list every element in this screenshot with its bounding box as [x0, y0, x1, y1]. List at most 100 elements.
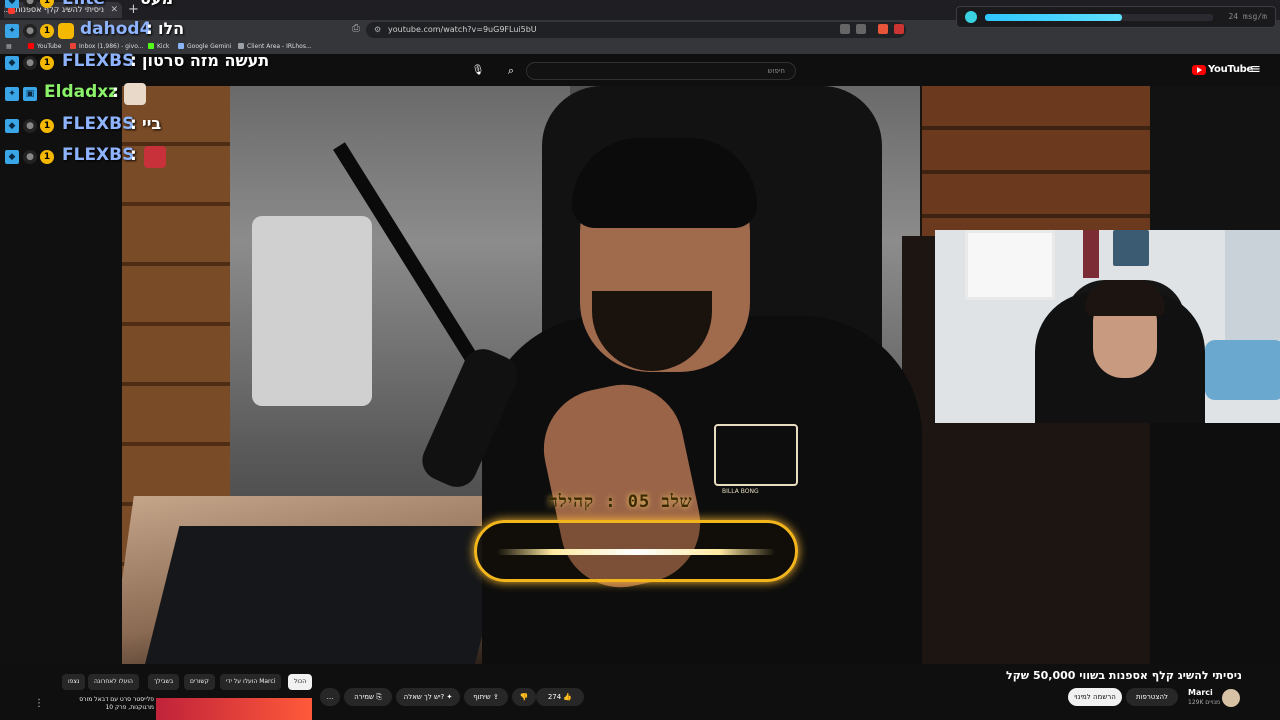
- more-actions-button[interactable]: ...: [320, 688, 340, 706]
- omnibox[interactable]: ⚙ youtube.com/watch?v=9uG9FLui5bU: [366, 22, 906, 38]
- rewards-icon[interactable]: [894, 24, 904, 34]
- url-text[interactable]: youtube.com/watch?v=9uG9FLui5bU: [388, 22, 537, 38]
- likes-count: 274: [547, 693, 562, 701]
- chip-watched[interactable]: נצפו: [62, 674, 86, 690]
- bookmark-label: Inbox (1,986) - givo...: [79, 43, 144, 50]
- webcam-bed: [1205, 340, 1280, 400]
- youtube-favicon-icon: [8, 7, 15, 14]
- gifter-badge-icon: 1: [40, 119, 54, 133]
- webcam-window: [965, 230, 1055, 300]
- bookmark-label: Kick: [157, 43, 170, 50]
- like-button[interactable]: 274 👍: [536, 688, 584, 706]
- subscriber-badge-icon: ◆: [5, 0, 19, 8]
- audio-waveform-box: [474, 520, 798, 582]
- apps-grid-icon[interactable]: ▦: [6, 40, 12, 54]
- webcam-wall: [1225, 230, 1280, 340]
- screenshot-icon[interactable]: [856, 24, 866, 34]
- emote-icon: [124, 83, 146, 105]
- channel-name[interactable]: Marci: [1188, 688, 1213, 697]
- search-icon[interactable]: ⌕: [500, 62, 522, 80]
- search-input[interactable]: חיפוש: [526, 62, 796, 80]
- gifter-badge-icon: 1: [40, 56, 54, 70]
- shirt-logo: [714, 424, 798, 486]
- left-background: [0, 86, 122, 664]
- right-background-lower: [1150, 423, 1280, 663]
- bookmark-label: Google Gemini: [187, 43, 232, 50]
- close-tab-icon[interactable]: ✕: [110, 2, 118, 18]
- crown-icon: [58, 23, 74, 39]
- chat-username: FLEXBS: [62, 145, 135, 165]
- chat-username: Eldadxz: [44, 82, 119, 102]
- audio-waveform: [497, 549, 775, 555]
- moderator-badge-icon: ●: [23, 119, 37, 133]
- kick-icon: [148, 43, 154, 49]
- chip-for-you[interactable]: בשבילך: [148, 674, 180, 690]
- streamer-hair: [572, 138, 757, 228]
- more-options-icon[interactable]: ⋮: [34, 698, 44, 709]
- moderator-badge-icon: ●: [23, 150, 37, 164]
- rate-track: [985, 14, 1213, 21]
- bookmark-label: Client Area - IRLhos...: [247, 43, 312, 50]
- widget-logo-icon: [965, 11, 977, 23]
- chip-all[interactable]: הכול: [288, 674, 313, 690]
- laptop: [144, 526, 510, 664]
- search-placeholder: חיפוש: [767, 67, 785, 75]
- subscriber-badge-icon: ✦: [5, 24, 19, 38]
- chip-uploaded-by[interactable]: הועלו על ידי Marci: [220, 674, 282, 690]
- recommended-title[interactable]: פלייסטר סרט עם דבאל מורס מרגוקנות, פרק 1…: [60, 696, 154, 712]
- subscriber-badge-icon: ◆: [5, 119, 19, 133]
- poster-van: [252, 216, 372, 406]
- rate-text: 24 msg/m: [1228, 12, 1267, 21]
- subscribe-button[interactable]: הרשמה למינוי: [1068, 688, 1122, 706]
- recommended-thumbnail[interactable]: [156, 698, 312, 720]
- emote-icon: [144, 146, 166, 168]
- new-tab-button[interactable]: +: [128, 2, 139, 18]
- join-button[interactable]: להצטרפות: [1126, 688, 1178, 706]
- voice-search-icon[interactable]: 🎙: [470, 63, 486, 79]
- gemini-icon: [178, 43, 184, 49]
- brave-shield-icon[interactable]: [878, 24, 888, 34]
- chat-separator: :: [130, 145, 137, 165]
- stage-overlay-label: שלב 05 : קהילה: [548, 492, 693, 512]
- chip-recent[interactable]: הועלו לאחרונה: [88, 674, 139, 690]
- save-button[interactable]: שמירה ⎘: [344, 688, 392, 706]
- dislike-button[interactable]: 👎: [512, 688, 536, 706]
- youtube-logo-text[interactable]: YouTube: [1208, 64, 1253, 75]
- youtube-icon: [28, 43, 34, 49]
- chat-username: FLEXBS: [62, 51, 135, 71]
- wood-wall-right: [922, 86, 1150, 236]
- gifter-badge-icon: 1: [40, 150, 54, 164]
- channel-avatar[interactable]: [1222, 689, 1240, 707]
- bookmark-label: YouTube: [37, 43, 62, 50]
- menu-icon[interactable]: ≡: [1250, 62, 1261, 77]
- subscriber-badge-icon: ◆: [5, 150, 19, 164]
- youtube-logo-icon[interactable]: [1192, 65, 1206, 75]
- chat-text: ביי: [142, 114, 162, 133]
- gmail-icon: [70, 43, 76, 49]
- bookmark-icon[interactable]: ⎙: [352, 23, 360, 34]
- webcam-overlay: [935, 230, 1280, 423]
- chat-text: הלו: [158, 19, 185, 38]
- chat-separator: :: [112, 82, 119, 102]
- site-info-icon[interactable]: ⚙: [374, 25, 381, 34]
- webcam-poster-blue: [1113, 230, 1149, 266]
- video-title: ניסיתי להשיג קלף אספנות בשווי 50,000 שקל: [1006, 669, 1242, 682]
- subscriber-badge-icon: ✦: [5, 87, 19, 101]
- globe-icon: [238, 43, 244, 49]
- bookmark-youtube[interactable]: YouTube: [28, 40, 61, 54]
- chip-related[interactable]: קשורים: [184, 674, 215, 690]
- gifter-badge-icon: 1: [40, 24, 54, 38]
- chat-separator: :: [146, 19, 153, 39]
- ask-label: יש לך שאלה?: [403, 693, 445, 701]
- ask-button[interactable]: יש לך שאלה? ✦: [396, 688, 460, 706]
- chat-rate-widget: 24 msg/m: [956, 6, 1276, 28]
- chat-username: dahod4: [80, 19, 152, 39]
- cast-icon[interactable]: [840, 24, 850, 34]
- moderator-badge-icon: ●: [23, 24, 37, 38]
- moderator-badge-icon: ●: [23, 56, 37, 70]
- webcam-poster-red: [1083, 230, 1099, 278]
- rate-fill: [985, 14, 1122, 21]
- video-info-area: ניסיתי להשיג קלף אספנות בשווי 50,000 שקל…: [0, 664, 1280, 720]
- share-button[interactable]: שיתוף ⇪: [464, 688, 508, 706]
- chat-text: מעט: [140, 0, 173, 8]
